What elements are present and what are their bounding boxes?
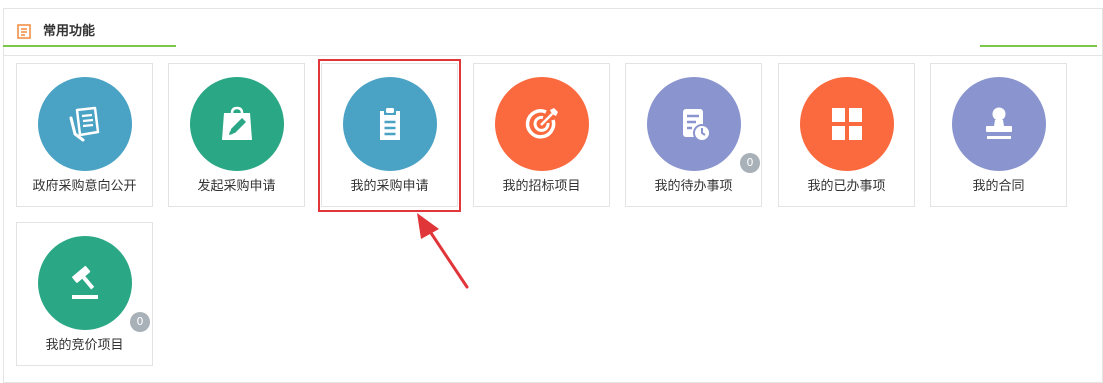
panel-header: 常用功能 [4, 9, 1102, 56]
tile-gov-procurement-intent[interactable]: 政府采购意向公开 [16, 63, 153, 207]
bidding-count-badge: 0 [130, 312, 150, 332]
tile-icon-circle [800, 77, 894, 171]
tile-my-bidding-projects[interactable]: 0 我的竞价项目 [16, 222, 153, 366]
tile-icon-circle [647, 77, 741, 171]
tile-icon-circle [190, 77, 284, 171]
tile-my-contracts[interactable]: 我的合同 [930, 63, 1067, 207]
tile-label: 我的竞价项目 [45, 338, 124, 353]
tile-label: 我的合同 [972, 179, 1025, 194]
tile-start-procurement-request[interactable]: 发起采购申请 [168, 63, 305, 207]
seal-stamp-icon [986, 107, 1012, 139]
target-icon [525, 108, 558, 139]
document-list-icon [69, 106, 100, 142]
tile-label: 我的待办事项 [654, 179, 733, 194]
tile-icon-circle [38, 77, 132, 171]
gavel-icon [72, 265, 98, 299]
bag-edit-icon [222, 106, 252, 140]
header-accent-right [980, 45, 1097, 47]
panel-title: 常用功能 [43, 24, 96, 39]
tile-my-completed-items[interactable]: 我的已办事项 [778, 63, 915, 207]
tile-icon-circle [952, 77, 1046, 171]
grid-icon [832, 108, 862, 140]
pending-count-badge: 0 [740, 153, 760, 173]
header-accent-left [3, 45, 176, 47]
highlight-box [318, 59, 461, 212]
tile-label: 发起采购申请 [197, 179, 276, 194]
tile-label: 政府采购意向公开 [32, 179, 137, 194]
tile-icon-circle [38, 236, 132, 330]
tile-label: 我的招标项目 [502, 179, 581, 194]
tile-label: 我的已办事项 [807, 179, 886, 194]
tile-icon-circle [495, 77, 589, 171]
clipboard-icon [17, 24, 31, 39]
document-clock-icon [683, 109, 711, 142]
annotation-arrow [417, 213, 469, 289]
tile-my-pending-items[interactable]: 0 我的待办事项 [625, 63, 762, 207]
tile-my-tender-projects[interactable]: 我的招标项目 [473, 63, 610, 207]
